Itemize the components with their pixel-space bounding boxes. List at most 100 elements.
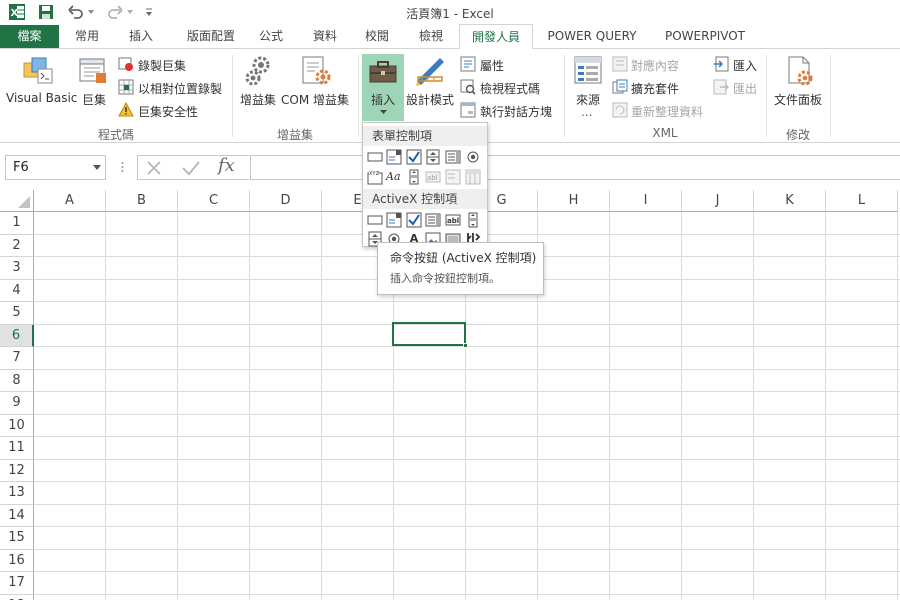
redo-icon[interactable] [106, 3, 124, 21]
view-code-button[interactable]: 檢視程式碼 [480, 80, 540, 97]
refresh-data-button[interactable]: 重新整理資料 [631, 103, 703, 120]
row-header[interactable]: 15 [0, 527, 34, 550]
column-header[interactable]: I [610, 190, 682, 212]
row-header[interactable]: 3 [0, 257, 34, 280]
column-header[interactable]: D [250, 190, 322, 212]
tab-formulas[interactable]: 公式 [250, 24, 292, 49]
tab-home[interactable]: 常用 [62, 24, 112, 49]
form-option-button-icon[interactable] [465, 149, 481, 165]
addins-button[interactable]: 增益集 [240, 91, 276, 108]
insert-function-button[interactable]: fx [218, 155, 235, 176]
design-mode-icon[interactable] [414, 55, 446, 87]
addins-gear-icon[interactable] [244, 55, 274, 87]
expansion-packs-button[interactable]: 擴充套件 [631, 80, 679, 97]
form-scroll-bar-icon[interactable] [406, 169, 422, 185]
activex-text-box-icon[interactable]: abl [445, 212, 461, 228]
tab-developer[interactable]: 開發人員 [459, 24, 533, 50]
formula-input[interactable] [250, 155, 900, 180]
tooltip-description: 插入命令按鈕控制項。 [390, 272, 500, 285]
tab-insert[interactable]: 插入 [116, 24, 166, 49]
save-icon[interactable] [38, 3, 54, 21]
export-button[interactable]: 匯出 [733, 80, 757, 97]
formula-bar-grip-icon[interactable] [121, 159, 124, 175]
form-group-box-icon[interactable]: XYZ [367, 169, 383, 185]
tab-powerpivot[interactable]: POWERPIVOT [657, 24, 753, 49]
com-addins-icon[interactable] [300, 55, 332, 87]
row-header[interactable]: 5 [0, 302, 34, 325]
name-box-dropdown-icon[interactable] [93, 165, 101, 170]
name-box[interactable]: F6 [5, 155, 106, 180]
row-header[interactable]: 7 [0, 347, 34, 370]
visual-basic-icon[interactable] [22, 55, 54, 87]
row-header[interactable]: 18 [0, 594, 34, 600]
tab-review[interactable]: 校閱 [356, 24, 398, 49]
row-header[interactable]: 12 [0, 459, 34, 482]
map-properties-button[interactable]: 對應內容 [631, 57, 679, 74]
macros-icon[interactable] [78, 56, 108, 86]
row-header[interactable]: 17 [0, 572, 34, 595]
row-header[interactable]: 2 [0, 234, 34, 257]
tab-file[interactable]: 檔案 [0, 25, 59, 48]
macro-security-button[interactable]: 巨集安全性 [138, 103, 198, 120]
macros-button[interactable]: 巨集 [82, 91, 106, 108]
enter-check-icon[interactable] [181, 160, 201, 176]
form-spin-button-icon[interactable] [425, 149, 441, 165]
column-header[interactable]: J [682, 190, 754, 212]
insert-controls-button[interactable]: 插入 [371, 91, 395, 108]
form-combo-dropdown-icon[interactable] [465, 169, 481, 185]
activex-command-button-icon[interactable] [367, 212, 383, 228]
xml-source-icon[interactable] [573, 55, 603, 85]
column-header[interactable]: H [538, 190, 610, 212]
row-header[interactable]: 13 [0, 482, 34, 505]
column-header[interactable]: C [178, 190, 250, 212]
row-header[interactable]: 10 [0, 414, 34, 437]
activex-list-box-icon[interactable] [425, 212, 441, 228]
form-button-control-icon[interactable] [367, 149, 383, 165]
properties-button[interactable]: 屬性 [480, 57, 504, 74]
column-header[interactable]: B [106, 190, 178, 212]
row-header[interactable]: 16 [0, 549, 34, 572]
customize-qat-icon[interactable] [145, 3, 153, 21]
document-panel-button[interactable]: 文件面板 [774, 91, 822, 108]
activex-checkbox-icon[interactable] [406, 212, 422, 228]
row-header[interactable]: 4 [0, 279, 34, 302]
selected-cell-f6[interactable] [392, 322, 466, 346]
undo-icon[interactable] [67, 3, 85, 21]
tab-power-query[interactable]: POWER QUERY [538, 24, 646, 49]
undo-dropdown-icon[interactable] [88, 3, 94, 21]
visual-basic-button[interactable]: Visual Basic [6, 91, 77, 105]
tab-data[interactable]: 資料 [304, 24, 346, 49]
redo-dropdown-icon[interactable] [127, 3, 133, 21]
form-combo-box-icon[interactable] [386, 149, 402, 165]
column-header[interactable]: A [34, 190, 106, 212]
design-mode-button[interactable]: 設計模式 [406, 91, 454, 108]
form-list-box-icon[interactable] [445, 149, 461, 165]
cancel-icon[interactable] [146, 160, 162, 176]
tab-view[interactable]: 檢視 [410, 24, 452, 49]
row-header[interactable]: 6 [0, 324, 34, 347]
run-dialog-button[interactable]: 執行對話方塊 [480, 103, 552, 120]
select-all-corner[interactable] [0, 190, 34, 212]
row-header[interactable]: 1 [0, 212, 34, 235]
form-combo-list-icon[interactable] [445, 169, 461, 185]
toolbox-icon[interactable] [368, 57, 398, 87]
form-label-icon[interactable]: Aa [386, 169, 404, 185]
form-checkbox-icon[interactable] [406, 149, 422, 165]
document-panel-icon[interactable] [785, 55, 815, 87]
activex-scroll-bar-icon[interactable] [465, 212, 481, 228]
row-header[interactable]: 8 [0, 369, 34, 392]
form-text-field-icon[interactable]: abl [425, 169, 441, 185]
column-header[interactable]: L [826, 190, 898, 212]
use-relative-references-button[interactable]: 以相對位置錄製 [138, 80, 222, 97]
row-header[interactable]: 9 [0, 392, 34, 415]
insert-dropdown-arrow-icon[interactable] [380, 110, 387, 115]
fill-handle[interactable] [463, 343, 468, 348]
import-button[interactable]: 匯入 [733, 57, 757, 74]
tab-page-layout[interactable]: 版面配置 [176, 24, 246, 49]
row-header[interactable]: 14 [0, 504, 34, 527]
com-addins-button[interactable]: COM 增益集 [281, 91, 349, 108]
column-header[interactable]: K [754, 190, 826, 212]
row-header[interactable]: 11 [0, 437, 34, 460]
record-macro-button[interactable]: 錄製巨集 [138, 57, 186, 74]
activex-combo-box-icon[interactable] [386, 212, 402, 228]
